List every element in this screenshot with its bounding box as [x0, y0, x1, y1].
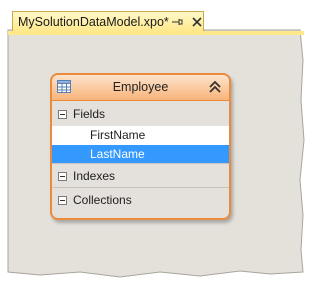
section-label: Collections — [73, 193, 132, 207]
entity-shape-employee[interactable]: Employee Fields FirstName LastName Index… — [50, 73, 231, 220]
tab-title: MySolutionDataModel.xpo* — [18, 15, 169, 29]
section-label: Fields — [73, 107, 106, 121]
document-tab[interactable]: MySolutionDataModel.xpo* — [12, 11, 204, 32]
collapse-toggle-icon[interactable] — [58, 195, 67, 205]
tab-accent-strip — [8, 31, 304, 35]
section-label: Indexes — [73, 169, 116, 183]
entity-title: Employee — [112, 80, 169, 94]
designer-window: MySolutionDataModel.xpo* Employee Fields… — [0, 0, 316, 292]
double-chevron-up-icon[interactable] — [208, 80, 222, 94]
section-collections[interactable]: Collections — [52, 187, 229, 212]
close-icon[interactable] — [190, 15, 204, 29]
collapse-toggle-icon[interactable] — [58, 171, 67, 181]
pin-icon[interactable] — [171, 15, 185, 29]
collapse-toggle-icon[interactable] — [58, 109, 67, 119]
entity-header[interactable]: Employee — [52, 75, 229, 101]
field-item-firstname[interactable]: FirstName — [52, 126, 229, 145]
field-item-lastname[interactable]: LastName — [52, 145, 229, 164]
section-fields[interactable]: Fields — [52, 102, 229, 126]
section-indexes[interactable]: Indexes — [52, 163, 229, 188]
